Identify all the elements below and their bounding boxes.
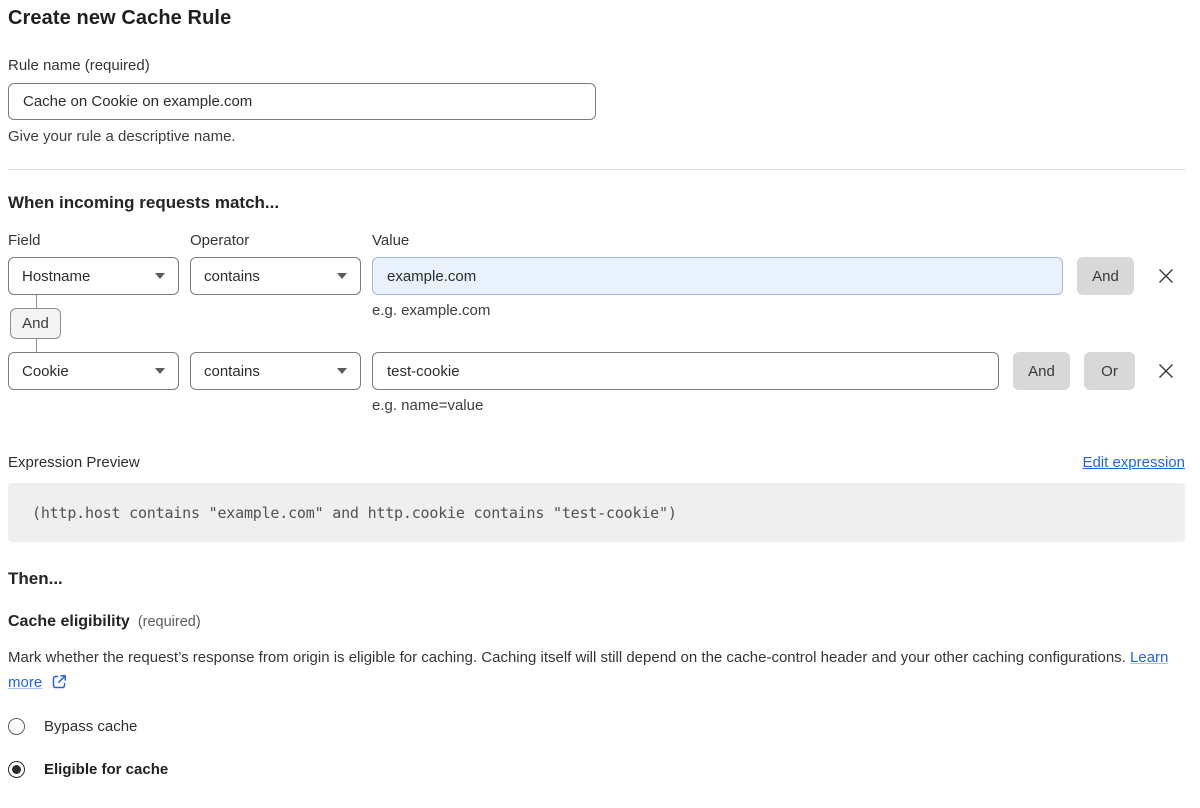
- field-select-row1[interactable]: Hostname: [8, 257, 179, 295]
- connector-line: [36, 339, 37, 352]
- condition-connector-area: e.g. example.com And: [8, 295, 1185, 352]
- close-icon: [1157, 362, 1175, 380]
- expression-preview-label: Expression Preview: [8, 454, 140, 471]
- condition-row: Cookie contains And Or: [8, 352, 1185, 390]
- add-or-button-row2[interactable]: Or: [1084, 352, 1135, 390]
- section-divider: [8, 169, 1185, 170]
- condition-column-labels: Field Operator Value: [8, 232, 1185, 249]
- create-cache-rule-page: Create new Cache Rule Rule name (require…: [0, 7, 1200, 808]
- then-heading: Then...: [8, 569, 1185, 589]
- rule-name-label: Rule name (required): [8, 57, 1185, 74]
- radio-button-icon: [8, 761, 25, 778]
- close-icon: [1157, 267, 1175, 285]
- remove-condition-icon-row2[interactable]: [1156, 361, 1176, 381]
- connector-line: [36, 295, 37, 308]
- edit-expression-link[interactable]: Edit expression: [1082, 454, 1185, 471]
- expression-code: (http.host contains "example.com" and ht…: [8, 483, 1185, 542]
- description-text: Mark whether the request’s response from…: [8, 649, 1126, 666]
- operator-select-row1[interactable]: contains: [190, 257, 361, 295]
- chevron-down-icon: [155, 273, 165, 279]
- chevron-down-icon: [155, 368, 165, 374]
- value-hint-row2: e.g. name=value: [372, 397, 1185, 414]
- cache-eligibility-header: Cache eligibility (required): [8, 613, 1185, 631]
- operator-select-row2-value: contains: [204, 363, 260, 380]
- value-input-row2[interactable]: [372, 352, 999, 390]
- operator-select-row1-value: contains: [204, 268, 260, 285]
- field-select-row2-value: Cookie: [22, 363, 69, 380]
- connector-and-button[interactable]: And: [10, 308, 61, 339]
- chevron-down-icon: [337, 273, 347, 279]
- external-link-icon: [52, 672, 67, 697]
- match-section-heading: When incoming requests match...: [8, 193, 1185, 213]
- field-column-label: Field: [8, 232, 190, 249]
- required-badge: (required): [138, 614, 201, 630]
- radio-option-eligible-for-cache[interactable]: Eligible for cache: [8, 761, 1185, 778]
- page-title: Create new Cache Rule: [8, 7, 1185, 30]
- radio-label: Eligible for cache: [44, 761, 168, 778]
- value-hint-row1: e.g. example.com: [372, 302, 490, 319]
- field-select-row2[interactable]: Cookie: [8, 352, 179, 390]
- condition-row: Hostname contains And: [8, 257, 1185, 295]
- chevron-down-icon: [337, 368, 347, 374]
- rule-name-helper: Give your rule a descriptive name.: [8, 128, 1185, 145]
- rule-name-input[interactable]: [8, 83, 596, 120]
- radio-option-bypass-cache[interactable]: Bypass cache: [8, 718, 1185, 735]
- field-select-row1-value: Hostname: [22, 268, 90, 285]
- radio-label: Bypass cache: [44, 718, 137, 735]
- value-input-row1[interactable]: [372, 257, 1063, 295]
- operator-column-label: Operator: [190, 232, 372, 249]
- add-and-button-row1[interactable]: And: [1077, 257, 1134, 295]
- expression-preview-header: Expression Preview Edit expression: [8, 454, 1185, 471]
- cache-eligibility-title: Cache eligibility: [8, 613, 130, 631]
- operator-select-row2[interactable]: contains: [190, 352, 361, 390]
- value-column-label: Value: [372, 232, 409, 249]
- remove-condition-icon-row1[interactable]: [1156, 266, 1176, 286]
- add-and-button-row2[interactable]: And: [1013, 352, 1070, 390]
- cache-eligibility-description: Mark whether the request’s response from…: [8, 645, 1172, 697]
- radio-button-icon: [8, 718, 25, 735]
